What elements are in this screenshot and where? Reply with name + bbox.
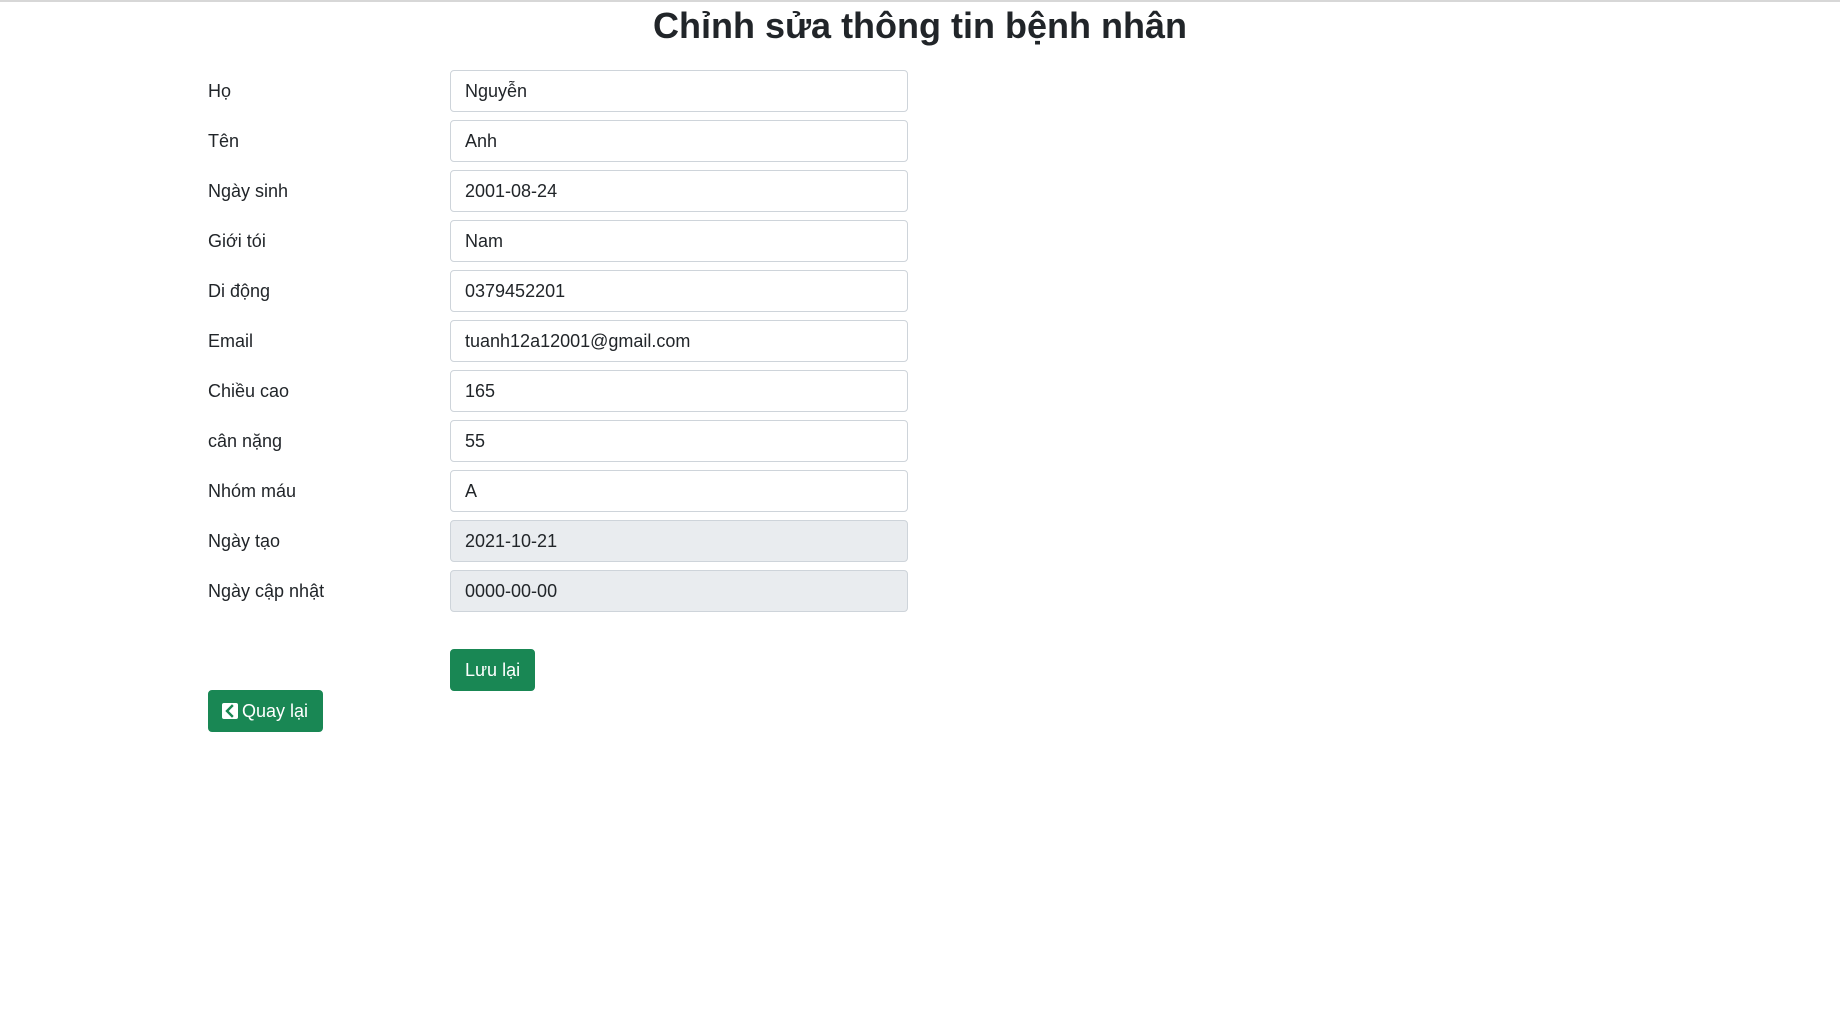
- page-title: Chỉnh sửa thông tin bệnh nhân: [652, 5, 1187, 46]
- top-divider: [0, 0, 1840, 2]
- back-button[interactable]: Quay lại: [208, 690, 324, 732]
- form-row-created-date: Ngày tạo: [208, 520, 908, 570]
- blood-type-label: Nhóm máu: [208, 481, 297, 501]
- updated-date-label: Ngày cập nhật: [208, 581, 325, 601]
- height-label: Chiều cao: [208, 381, 290, 401]
- form-row-blood-type: Nhóm máu: [208, 470, 908, 520]
- gender-label: Giới tói: [208, 231, 266, 251]
- weight-label: cân nặng: [208, 431, 283, 451]
- gender-input[interactable]: [450, 220, 908, 262]
- page: Chỉnh sửa thông tin bệnh nhân Họ Tên Ngà…: [0, 0, 1840, 1012]
- form-row-mobile: Di động: [208, 270, 908, 320]
- birth-date-input[interactable]: [450, 170, 908, 212]
- height-input[interactable]: [450, 370, 908, 412]
- form-row-weight: cân nặng: [208, 420, 908, 470]
- email-label: Email: [208, 331, 254, 351]
- birth-date-label: Ngày sinh: [208, 181, 289, 201]
- chevron-left-icon: [222, 703, 238, 719]
- created-date-input: [450, 520, 908, 562]
- form-row-email: Email: [208, 320, 908, 370]
- created-date-label: Ngày tạo: [208, 531, 281, 551]
- last-name-input[interactable]: [450, 70, 908, 112]
- form-row-updated-date: Ngày cập nhật: [208, 570, 908, 620]
- form-row-gender: Giới tói: [208, 220, 908, 270]
- weight-input[interactable]: [450, 420, 908, 462]
- email-input[interactable]: [450, 320, 908, 362]
- form-row-first-name: Tên: [208, 120, 908, 170]
- first-name-label: Tên: [208, 131, 240, 151]
- save-button[interactable]: Lưu lại: [450, 649, 536, 691]
- mobile-input[interactable]: [450, 270, 908, 312]
- blood-type-input[interactable]: [450, 470, 908, 512]
- first-name-input[interactable]: [450, 120, 908, 162]
- mobile-label: Di động: [208, 281, 271, 301]
- form-row-height: Chiều cao: [208, 370, 908, 420]
- patient-edit-form: Họ Tên Ngày sinh Giới tói Di động Email …: [208, 70, 908, 620]
- back-button-label: Quay lại: [242, 701, 309, 721]
- form-row-last-name: Họ: [208, 70, 908, 120]
- updated-date-input: [450, 570, 908, 612]
- form-row-birth-date: Ngày sinh: [208, 170, 908, 220]
- last-name-label: Họ: [208, 81, 232, 101]
